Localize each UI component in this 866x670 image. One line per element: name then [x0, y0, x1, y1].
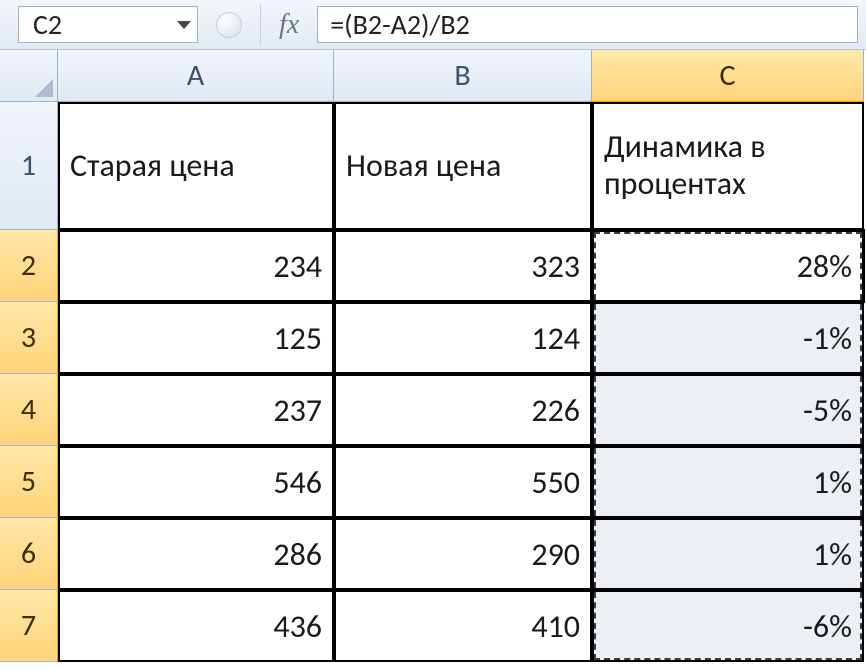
- name-box-value: C2: [33, 7, 171, 42]
- cancel-icon: [216, 12, 242, 38]
- cell-text: 237: [273, 391, 322, 430]
- cell-B2[interactable]: 323: [334, 230, 592, 302]
- cell-A7[interactable]: 436: [58, 590, 334, 662]
- row-header-4[interactable]: 4: [0, 374, 58, 446]
- cell-C2[interactable]: 28%: [592, 230, 864, 302]
- formula-input[interactable]: =(B2-A2)/B2: [317, 6, 858, 43]
- cell-text: 410: [531, 607, 580, 646]
- cell-text: 234: [273, 247, 322, 286]
- spreadsheet-grid[interactable]: A B C 1 Старая цена Новая цена Динамика …: [0, 50, 866, 662]
- cell-B4[interactable]: 226: [334, 374, 592, 446]
- cell-text: 436: [273, 607, 322, 646]
- cell-C6[interactable]: 1%: [592, 518, 864, 590]
- cell-text: 323: [531, 247, 580, 286]
- cell-A3[interactable]: 125: [58, 302, 334, 374]
- col-header-C[interactable]: C: [592, 50, 864, 102]
- formula-text: =(B2-A2)/B2: [330, 7, 470, 42]
- cell-text: 290: [531, 535, 580, 574]
- cell-text: 1%: [813, 463, 852, 502]
- cell-text: Новая цена: [346, 148, 501, 185]
- fx-icon[interactable]: fx: [260, 5, 299, 45]
- cell-B5[interactable]: 550: [334, 446, 592, 518]
- row-header-2[interactable]: 2: [0, 230, 58, 302]
- cell-C4[interactable]: -5%: [592, 374, 864, 446]
- cell-text: 1%: [813, 535, 852, 574]
- cell-text: -1%: [803, 319, 852, 358]
- formula-controls: fx: [198, 0, 317, 49]
- cell-text: -6%: [803, 607, 852, 646]
- cell-text: Старая цена: [70, 148, 235, 185]
- cell-text: 124: [531, 319, 580, 358]
- chevron-down-icon[interactable]: [177, 21, 191, 29]
- cell-A2[interactable]: 234: [58, 230, 334, 302]
- formula-bar: C2 fx =(B2-A2)/B2: [0, 0, 866, 50]
- cell-A1[interactable]: Старая цена: [58, 102, 334, 230]
- cell-text: 226: [531, 391, 580, 430]
- row-header-5[interactable]: 5: [0, 446, 58, 518]
- cell-B1[interactable]: Новая цена: [334, 102, 592, 230]
- row-header-7[interactable]: 7: [0, 590, 58, 662]
- cell-C7[interactable]: -6%: [592, 590, 864, 662]
- name-box[interactable]: C2: [18, 6, 198, 43]
- cell-B6[interactable]: 290: [334, 518, 592, 590]
- cell-text: 286: [273, 535, 322, 574]
- cell-text: 125: [273, 319, 322, 358]
- cell-B7[interactable]: 410: [334, 590, 592, 662]
- row-header-3[interactable]: 3: [0, 302, 58, 374]
- cell-text: Динамика в процентах: [604, 129, 852, 203]
- cell-text: 546: [273, 463, 322, 502]
- col-header-A[interactable]: A: [58, 50, 334, 102]
- cell-C3[interactable]: -1%: [592, 302, 864, 374]
- cell-text: -5%: [803, 391, 852, 430]
- col-header-B[interactable]: B: [334, 50, 592, 102]
- cell-C5[interactable]: 1%: [592, 446, 864, 518]
- cell-A5[interactable]: 546: [58, 446, 334, 518]
- cell-text: 550: [531, 463, 580, 502]
- cell-text: 28%: [797, 247, 852, 286]
- cell-A4[interactable]: 237: [58, 374, 334, 446]
- cell-B3[interactable]: 124: [334, 302, 592, 374]
- row-header-1[interactable]: 1: [0, 102, 58, 230]
- row-header-6[interactable]: 6: [0, 518, 58, 590]
- cell-C1[interactable]: Динамика в процентах: [592, 102, 864, 230]
- cell-A6[interactable]: 286: [58, 518, 334, 590]
- select-all-corner[interactable]: [0, 50, 58, 102]
